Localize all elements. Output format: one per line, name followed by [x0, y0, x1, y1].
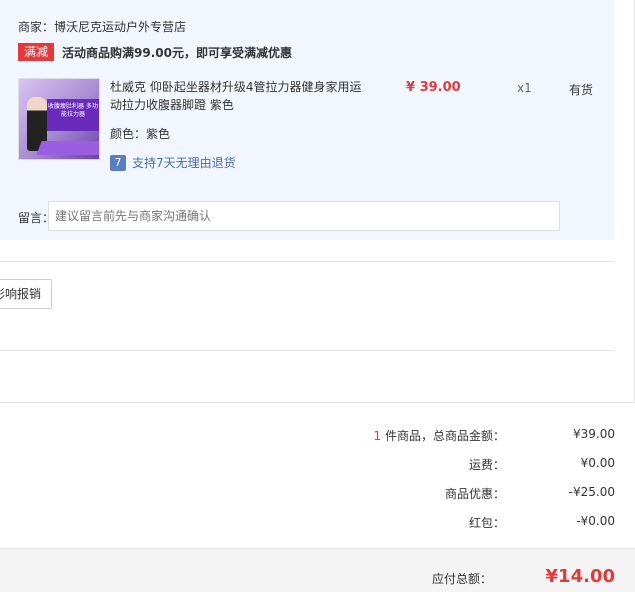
promo-row: 满减 活动商品购满99.00元，即可享受满减优惠 — [18, 43, 292, 61]
product-quantity: x1 — [517, 81, 532, 95]
total-amount: ¥14.00 — [545, 566, 615, 587]
stock-status: 有货 — [569, 83, 594, 97]
divider — [0, 350, 614, 351]
remark-input[interactable] — [48, 201, 560, 231]
order-page: 商家：博沃尼克运动户外专营店 满减 活动商品购满99.00元，即可享受满减优惠 … — [0, 0, 635, 592]
promo-text: 活动商品购满99.00元，即可享受满减优惠 — [62, 45, 292, 60]
thumbnail-banner: 收腹瘦肚利器 多功能拉力器 — [47, 99, 99, 131]
divider — [0, 261, 614, 262]
receipt-button[interactable]: 影响报销 — [0, 279, 52, 309]
product-title[interactable]: 杜威克 仰卧起坐器材升级4管拉力器健身家用运动拉力收腹器脚蹬 紫色 — [110, 78, 370, 114]
return-policy-text: 支持7天无理由退货 — [132, 156, 236, 170]
total-label: 应付总额： — [432, 572, 493, 586]
store-section: 商家：博沃尼克运动户外专营店 满减 活动商品购满99.00元，即可享受满减优惠 … — [0, 0, 614, 240]
shipping-amount: ¥0.00 — [580, 456, 615, 470]
redpacket-label: 红包： — [468, 516, 505, 530]
summary-shipping-row: 运费： ¥0.00 — [215, 456, 615, 473]
goods-amount: ¥39.00 — [573, 427, 615, 441]
product-color: 颜色：紫色 — [110, 127, 171, 141]
summary-goods-row: 1 件商品，总商品金额： ¥39.00 — [215, 427, 615, 444]
thumbnail-mat — [36, 141, 99, 155]
return-7day-icon: 7 — [110, 154, 126, 171]
discount-amount: -¥25.00 — [568, 485, 615, 499]
summary-discount-row: 商品优惠： -¥25.00 — [215, 485, 615, 502]
item-count-label: 件商品，总商品金额： — [381, 429, 505, 443]
total-bar: 应付总额： ¥14.00 — [0, 548, 635, 592]
product-price: ¥ 39.00 — [406, 80, 461, 95]
promo-badge: 满减 — [18, 43, 55, 61]
redpacket-amount: -¥0.00 — [576, 514, 615, 528]
summary-goods-label: 1 件商品，总商品金额： — [374, 427, 505, 444]
return-policy[interactable]: 7 支持7天无理由退货 — [110, 154, 236, 171]
store-name[interactable]: 商家：博沃尼克运动户外专营店 — [18, 18, 186, 35]
shipping-label: 运费： — [468, 458, 505, 472]
discount-label: 商品优惠： — [444, 487, 505, 501]
divider — [0, 402, 635, 403]
summary-redpacket-row: 红包： -¥0.00 — [215, 514, 615, 531]
product-thumbnail[interactable]: 收腹瘦肚利器 多功能拉力器 — [18, 78, 100, 160]
